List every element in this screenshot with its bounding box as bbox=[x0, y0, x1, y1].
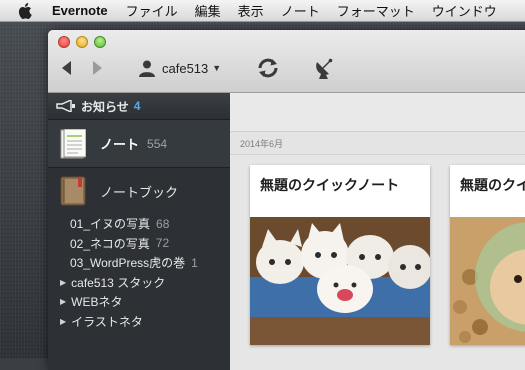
hamster-photo bbox=[450, 217, 525, 345]
evernote-window: cafe513 ▼ お知らせ 4 ノート 554 ノートブック 01_イヌの写真… bbox=[48, 30, 525, 370]
notebook-name: 03_WordPress虎の巻 bbox=[70, 256, 186, 271]
sidebar-item-notebooks[interactable]: ノートブック bbox=[48, 168, 230, 214]
stack-name: cafe513 スタック bbox=[71, 275, 166, 290]
stack-item[interactable]: ▶ イラストネタ bbox=[48, 312, 230, 332]
notebook-count: 72 bbox=[155, 236, 170, 251]
close-button[interactable] bbox=[58, 36, 70, 48]
stack-name: WEBネタ bbox=[71, 295, 123, 310]
minimize-button[interactable] bbox=[76, 36, 88, 48]
sync-button[interactable] bbox=[256, 57, 280, 79]
account-menu[interactable]: cafe513 ▼ bbox=[138, 58, 221, 78]
note-card[interactable]: 無題のクイックノート bbox=[450, 165, 525, 345]
notebook-item[interactable]: 03_WordPress虎の巻 1 bbox=[48, 253, 230, 273]
kittens-photo bbox=[250, 217, 430, 345]
notebook-name: 02_ネコの写真 bbox=[70, 236, 150, 251]
note-list-header bbox=[230, 93, 525, 132]
sidebar: お知らせ 4 ノート 554 ノートブック 01_イヌの写真 68 02_ネコの… bbox=[48, 93, 230, 370]
menu-app-name[interactable]: Evernote bbox=[52, 3, 108, 18]
date-group-header: 2014年6月 bbox=[230, 132, 525, 155]
note-title: 無題のクイックノート bbox=[260, 177, 400, 193]
forward-arrow-icon bbox=[93, 61, 102, 75]
title-bar: cafe513 ▼ bbox=[48, 30, 525, 93]
note-title: 無題のクイックノート bbox=[460, 177, 525, 193]
satellite-button[interactable] bbox=[314, 56, 336, 80]
notes-icon bbox=[60, 128, 86, 158]
notifications-label: お知らせ bbox=[81, 99, 129, 114]
stack-item[interactable]: ▶ WEBネタ bbox=[48, 292, 230, 312]
menu-bar: Evernote ファイル 編集 表示 ノート フォーマット ウインドウ bbox=[0, 0, 525, 22]
back-arrow-icon bbox=[62, 61, 71, 75]
menu-file[interactable]: ファイル bbox=[126, 1, 178, 20]
notebook-icon bbox=[60, 176, 86, 206]
notifications-count: 4 bbox=[133, 99, 141, 113]
notes-count: 554 bbox=[147, 136, 168, 151]
menu-note[interactable]: ノート bbox=[281, 1, 320, 20]
apple-icon[interactable] bbox=[18, 2, 32, 19]
notes-label: ノート bbox=[100, 137, 140, 152]
note-card[interactable]: 無題のクイックノート bbox=[250, 165, 430, 345]
zoom-button[interactable] bbox=[94, 36, 106, 48]
account-name: cafe513 bbox=[162, 60, 209, 76]
notebooks-label: ノートブック bbox=[100, 184, 179, 200]
notifications-row[interactable]: お知らせ 4 bbox=[48, 93, 230, 120]
sidebar-item-notes[interactable]: ノート 554 bbox=[48, 120, 230, 168]
back-button[interactable] bbox=[60, 60, 74, 76]
megaphone-icon bbox=[56, 100, 75, 112]
stack-name: イラストネタ bbox=[71, 314, 143, 329]
forward-button[interactable] bbox=[90, 60, 104, 76]
notebook-name: 01_イヌの写真 bbox=[70, 217, 151, 232]
disclosure-triangle-icon[interactable]: ▶ bbox=[60, 278, 66, 287]
notebook-item[interactable]: 01_イヌの写真 68 bbox=[48, 214, 230, 234]
notebook-count: 1 bbox=[191, 255, 198, 270]
menu-window[interactable]: ウインドウ bbox=[432, 1, 497, 20]
disclosure-triangle-icon[interactable]: ▶ bbox=[60, 317, 66, 326]
notebook-count: 68 bbox=[156, 216, 170, 231]
menu-view[interactable]: 表示 bbox=[238, 1, 264, 20]
menu-edit[interactable]: 編集 bbox=[195, 1, 221, 20]
satellite-dish-icon bbox=[316, 58, 333, 79]
notebook-item[interactable]: 02_ネコの写真 72 bbox=[48, 234, 230, 254]
note-list-area: 2014年6月 無題のクイックノート 無題のクイ bbox=[230, 93, 525, 370]
disclosure-triangle-icon[interactable]: ▶ bbox=[60, 297, 66, 306]
user-icon bbox=[139, 60, 155, 77]
menu-format[interactable]: フォーマット bbox=[337, 1, 415, 20]
stack-item[interactable]: ▶ cafe513 スタック bbox=[48, 273, 230, 293]
notebook-list: 01_イヌの写真 68 02_ネコの写真 72 03_WordPress虎の巻 … bbox=[48, 214, 230, 331]
chevron-down-icon: ▼ bbox=[212, 63, 222, 73]
sync-icon bbox=[258, 58, 278, 78]
